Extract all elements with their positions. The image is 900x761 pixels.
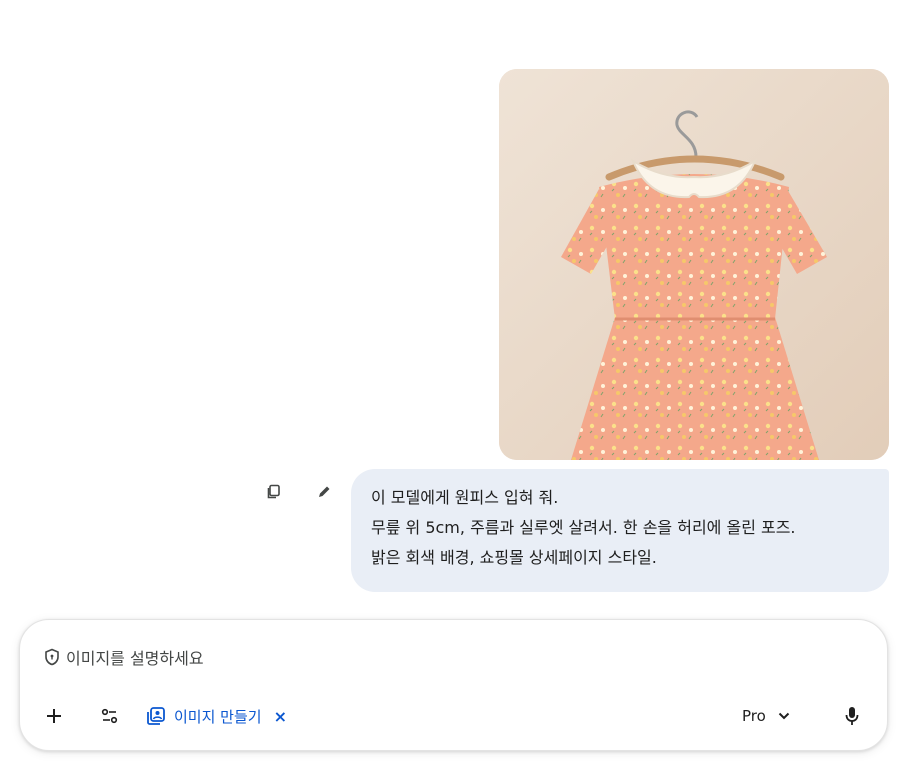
copy-icon (267, 484, 280, 499)
tools-button[interactable] (94, 700, 126, 732)
message-actions (262, 480, 342, 504)
plus-icon (47, 709, 61, 723)
chip-close-button[interactable]: × (274, 707, 287, 726)
image-create-icon (146, 706, 166, 726)
tune-icon (101, 708, 118, 724)
prompt-field[interactable]: 이미지를 설명하세요 (44, 644, 204, 670)
create-image-chip[interactable]: 이미지 만들기 × (146, 700, 287, 732)
prompt-input-box[interactable]: 이미지를 설명하세요 이미지 만들기 × Pro (19, 619, 888, 751)
user-message-bubble: 이 모델에게 원피스 입혀 줘. 무릎 위 5cm, 주름과 실루엣 살려서. … (351, 469, 889, 592)
chat-page: 이 모델에게 원피스 입혀 줘. 무릎 위 5cm, 주름과 실루엣 살려서. … (0, 0, 900, 761)
edit-button[interactable] (312, 480, 336, 504)
message-line: 무릎 위 5cm, 주름과 실루엣 살려서. 한 손을 허리에 올린 포즈. (371, 518, 796, 537)
mic-icon (845, 707, 859, 725)
uploaded-dress-image[interactable] (499, 69, 889, 460)
model-selector[interactable]: Pro (742, 700, 790, 732)
input-toolbar: 이미지 만들기 × Pro (20, 700, 887, 732)
shield-icon (44, 648, 60, 666)
pencil-icon (319, 486, 330, 497)
model-label: Pro (742, 707, 766, 725)
chip-label: 이미지 만들기 (174, 707, 262, 726)
copy-button[interactable] (262, 480, 286, 504)
add-button[interactable] (38, 700, 70, 732)
message-line: 밝은 회색 배경, 쇼핑몰 상세페이지 스타일. (371, 548, 657, 567)
chevron-down-icon (778, 712, 790, 720)
mic-button[interactable] (838, 700, 866, 732)
message-line: 이 모델에게 원피스 입혀 줘. (371, 488, 559, 507)
prompt-placeholder: 이미지를 설명하세요 (66, 649, 204, 668)
